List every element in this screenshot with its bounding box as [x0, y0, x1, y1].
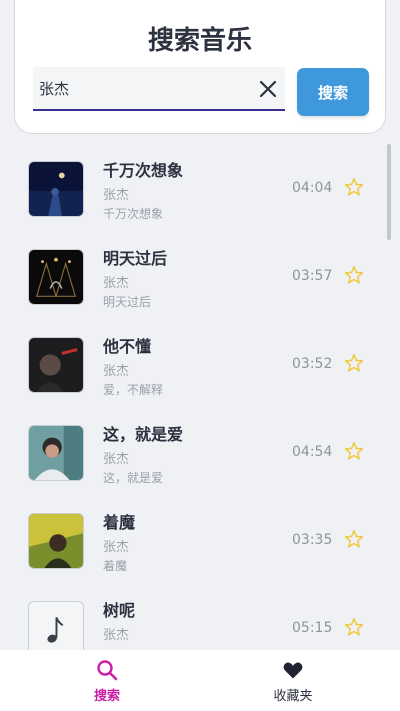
star-icon[interactable] — [344, 265, 364, 285]
song-artist: 张杰 — [103, 276, 130, 291]
song-duration: 05:15 — [292, 620, 333, 636]
search-field[interactable] — [33, 67, 285, 111]
star-icon[interactable] — [344, 441, 364, 461]
song-list-item[interactable]: 这，就是爱 张杰 这，就是爱 04:54 — [0, 408, 386, 496]
search-button[interactable]: 搜索 — [297, 68, 369, 116]
song-duration: 03:57 — [292, 268, 333, 284]
song-artist: 张杰 — [103, 364, 130, 379]
song-album: 着魔 — [103, 559, 128, 573]
album-cover — [28, 249, 84, 305]
tab-label: 收藏夹 — [273, 689, 313, 704]
song-album: 明天过后 — [103, 295, 152, 309]
song-duration: 04:04 — [292, 180, 333, 196]
song-title: 树呢 — [103, 601, 136, 620]
song-album: 千万次想象 — [103, 207, 164, 221]
song-artist: 张杰 — [103, 452, 130, 467]
song-duration: 03:35 — [292, 532, 333, 548]
song-list-item[interactable]: 明天过后 张杰 明天过后 03:57 — [0, 232, 386, 320]
song-list-item[interactable]: 他不懂 张杰 爱，不解释 03:52 — [0, 320, 386, 408]
star-icon[interactable] — [344, 353, 364, 373]
song-album: 爱，不解释 — [103, 383, 164, 397]
song-title: 千万次想象 — [103, 161, 184, 180]
star-icon[interactable] — [344, 617, 364, 637]
close-icon[interactable] — [259, 80, 277, 98]
song-list-item[interactable]: 千万次想象 张杰 千万次想象 04:04 — [0, 144, 386, 232]
search-input[interactable] — [39, 75, 249, 101]
song-title: 他不懂 — [103, 337, 152, 356]
tab-favorites[interactable]: 收藏夹 — [193, 650, 393, 711]
tab-label: 搜索 — [93, 689, 120, 704]
scrollbar-thumb[interactable] — [387, 144, 391, 240]
song-artist: 张杰 — [103, 540, 130, 555]
song-title: 这，就是爱 — [103, 425, 184, 444]
album-cover — [28, 161, 84, 217]
album-cover — [28, 337, 84, 393]
song-title: 明天过后 — [103, 249, 168, 268]
song-artist: 张杰 — [103, 628, 130, 643]
song-list-item[interactable]: 着魔 张杰 着魔 03:35 — [0, 496, 386, 584]
search-icon — [97, 660, 118, 681]
album-cover — [28, 601, 84, 650]
tab-search[interactable]: 搜索 — [7, 650, 207, 711]
album-cover — [28, 425, 84, 481]
song-album: 这，就是爱 — [103, 471, 164, 485]
heart-icon — [283, 662, 303, 679]
song-list-item[interactable]: 树呢 张杰 05:15 — [0, 584, 386, 650]
search-card: 搜索音乐 搜索 — [14, 0, 386, 134]
music-note-icon — [29, 602, 83, 650]
song-title: 着魔 — [103, 513, 136, 532]
star-icon[interactable] — [344, 529, 364, 549]
song-list[interactable]: 千万次想象 张杰 千万次想象 04:04 明天过后 张杰 明天过后 03:57 — [0, 144, 400, 650]
bottom-nav: 搜索 收藏夹 — [0, 650, 400, 711]
song-artist: 张杰 — [103, 188, 130, 203]
page-title: 搜索音乐 — [147, 26, 252, 56]
song-duration: 04:54 — [292, 444, 333, 460]
album-cover — [28, 513, 84, 569]
star-icon[interactable] — [344, 177, 364, 197]
song-duration: 03:52 — [292, 356, 333, 372]
